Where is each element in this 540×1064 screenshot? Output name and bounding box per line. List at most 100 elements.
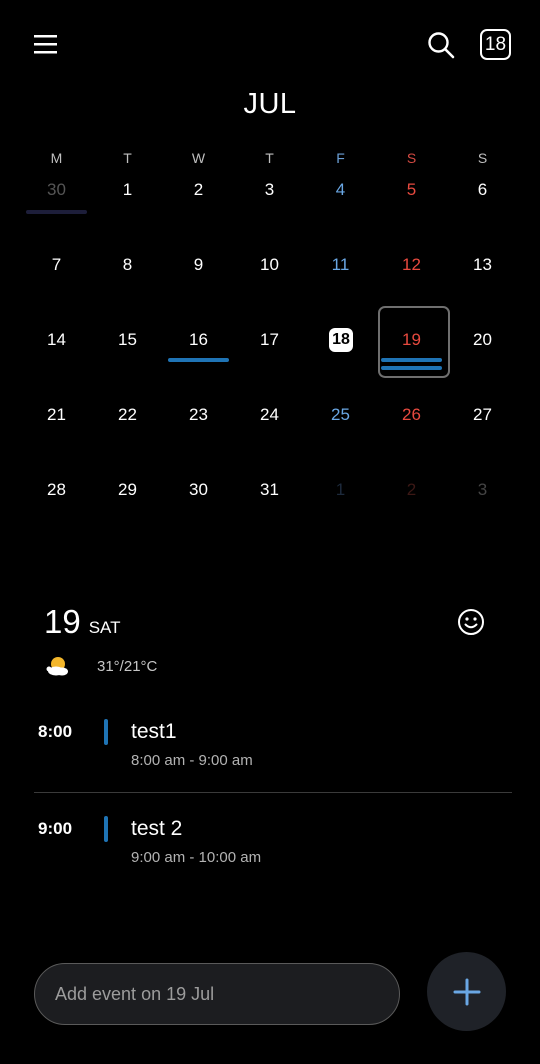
selected-day-number: 19	[44, 603, 81, 640]
menu-icon[interactable]	[30, 28, 62, 60]
day-cell[interactable]: 1	[92, 172, 163, 247]
day-number: 1	[122, 180, 133, 199]
day-cell[interactable]: 11	[305, 247, 376, 322]
event-item[interactable]: 9:00 test 2 9:00 am - 10:00 am	[0, 807, 540, 867]
day-cell[interactable]: 2	[163, 172, 234, 247]
day-number: 9	[193, 255, 204, 274]
weekday-label: W	[191, 150, 206, 166]
day-cell-today[interactable]: 18	[305, 322, 376, 397]
day-cell-selected[interactable]: 19	[376, 306, 450, 397]
day-cell[interactable]: 9	[163, 247, 234, 322]
event-color-bar	[104, 816, 108, 842]
day-number: 31	[260, 480, 279, 499]
day-cell[interactable]: 16	[163, 322, 234, 397]
day-number: 28	[47, 480, 66, 499]
month-title[interactable]: JUL	[0, 88, 540, 121]
day-number: 6	[477, 180, 488, 199]
event-title: test 2	[131, 817, 183, 840]
day-cell[interactable]: 31	[234, 472, 305, 547]
day-cell[interactable]: 7	[21, 247, 92, 322]
day-cell[interactable]: 27	[447, 397, 518, 472]
day-cell[interactable]: 21	[21, 397, 92, 472]
day-number: 29	[118, 480, 137, 499]
day-cell[interactable]: 3	[447, 472, 518, 547]
divider	[34, 792, 512, 793]
day-cell[interactable]: 10	[234, 247, 305, 322]
day-cell[interactable]: 5	[376, 172, 447, 247]
selected-day-header: 19 SAT	[44, 603, 121, 641]
weekday-label: T	[123, 150, 132, 166]
day-number: 7	[51, 255, 62, 274]
day-number: 30	[189, 480, 208, 499]
day-cell[interactable]: 6	[447, 172, 518, 247]
week-row: 14 15 16 17 18 19 20	[21, 306, 519, 397]
day-number: 3	[477, 480, 488, 499]
day-number: 22	[118, 405, 137, 424]
partly-sunny-icon	[46, 657, 68, 676]
event-indicator	[381, 366, 442, 370]
day-number: 1	[335, 480, 346, 499]
day-number: 27	[473, 405, 492, 424]
event-time-range: 9:00 am - 10:00 am	[131, 849, 262, 866]
day-cell[interactable]: 20	[447, 322, 518, 397]
day-number: 26	[402, 405, 421, 424]
search-icon[interactable]	[424, 28, 458, 62]
week-row: 28 29 30 31 1 2 3	[21, 472, 519, 547]
day-number: 25	[331, 405, 350, 424]
day-number: 13	[473, 255, 492, 274]
today-marker: 18	[329, 328, 353, 352]
event-time-range: 8:00 am - 9:00 am	[131, 752, 253, 769]
day-cell[interactable]: 14	[21, 322, 92, 397]
plus-icon	[453, 978, 480, 1005]
temperature: 31°/21°C	[97, 657, 158, 675]
month-grid: 30 1 2 3 4 5 6 7 8 9 10 11 12 13 14 15 1…	[21, 172, 519, 547]
day-cell[interactable]: 13	[447, 247, 518, 322]
day-cell[interactable]: 2	[376, 472, 447, 547]
day-cell[interactable]: 15	[92, 322, 163, 397]
event-color-bar	[104, 719, 108, 745]
day-number: 12	[402, 255, 421, 274]
weekday-label: T	[265, 150, 274, 166]
day-number: 3	[264, 180, 275, 199]
day-cell[interactable]: 26	[376, 397, 447, 472]
day-cell[interactable]: 30	[163, 472, 234, 547]
day-number: 20	[473, 330, 492, 349]
event-title: test1	[131, 720, 177, 743]
day-number: 5	[406, 180, 417, 199]
sticker-icon[interactable]	[456, 607, 486, 637]
event-indicator	[26, 210, 87, 214]
event-item[interactable]: 8:00 test1 8:00 am - 9:00 am	[0, 710, 540, 770]
day-cell[interactable]: 23	[163, 397, 234, 472]
week-row: 21 22 23 24 25 26 27	[21, 397, 519, 472]
day-cell[interactable]: 22	[92, 397, 163, 472]
weather-summary: 31°/21°C	[44, 654, 157, 678]
day-cell[interactable]: 29	[92, 472, 163, 547]
day-number: 19	[402, 330, 421, 349]
day-cell[interactable]: 30	[21, 172, 92, 247]
day-number: 24	[260, 405, 279, 424]
day-number: 4	[335, 180, 346, 199]
weekday-header: M T W T F S S	[21, 150, 519, 166]
day-number: 11	[331, 255, 350, 274]
day-cell[interactable]: 25	[305, 397, 376, 472]
day-cell[interactable]: 28	[21, 472, 92, 547]
weekday-label: F	[336, 150, 345, 166]
day-number: 17	[260, 330, 279, 349]
add-event-button[interactable]	[427, 952, 506, 1031]
day-number: 15	[118, 330, 137, 349]
day-number: 10	[260, 255, 279, 274]
day-cell[interactable]: 17	[234, 322, 305, 397]
today-button[interactable]: 18	[480, 29, 511, 60]
day-number: 14	[47, 330, 66, 349]
event-indicator	[168, 358, 229, 362]
weekday-label: S	[406, 150, 417, 166]
day-cell[interactable]: 24	[234, 397, 305, 472]
quick-add-input[interactable]: Add event on 19 Jul	[34, 963, 400, 1025]
day-cell[interactable]: 4	[305, 172, 376, 247]
day-cell[interactable]: 1	[305, 472, 376, 547]
day-number: 16	[189, 330, 208, 349]
event-indicator	[381, 358, 442, 362]
day-cell[interactable]: 3	[234, 172, 305, 247]
day-cell[interactable]: 8	[92, 247, 163, 322]
day-number: 2	[406, 480, 417, 499]
